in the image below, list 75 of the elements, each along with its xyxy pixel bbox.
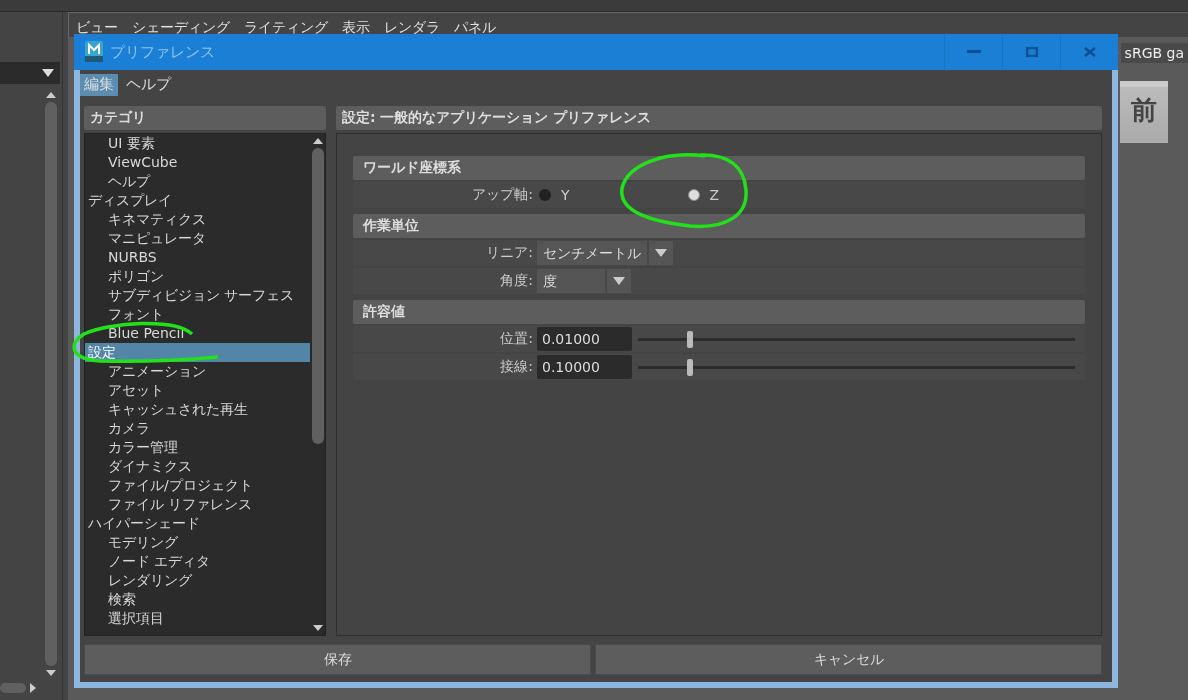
- panel-header: カテゴリ: [84, 106, 326, 130]
- panel-header: 設定: 一般的なアプリケーション プリファレンス: [336, 106, 1102, 130]
- category-item[interactable]: ファイル リファレンス: [85, 495, 310, 514]
- category-item[interactable]: UI 要素: [85, 134, 310, 153]
- dropdown-button[interactable]: [607, 269, 631, 293]
- category-item[interactable]: サブディビジョン サーフェス: [85, 286, 310, 305]
- category-item[interactable]: ハイパーシェード: [85, 514, 310, 533]
- field-label: リニア:: [485, 244, 533, 262]
- radio-label: Y: [561, 187, 570, 203]
- dropdown[interactable]: [0, 62, 60, 84]
- category-item[interactable]: ノード エディタ: [85, 552, 310, 571]
- scrollbar-thumb[interactable]: [0, 683, 26, 693]
- category-item[interactable]: Blue Pencil: [85, 324, 310, 343]
- field-label: 接線:: [499, 358, 533, 376]
- category-item[interactable]: ディスプレイ: [85, 191, 310, 210]
- scrollbar-thumb[interactable]: [45, 102, 57, 666]
- slider-thumb[interactable]: [687, 330, 694, 348]
- scroll-down-icon[interactable]: [46, 670, 56, 676]
- category-item[interactable]: キャッシュされた再生: [85, 400, 310, 419]
- minimize-icon: [966, 50, 981, 54]
- category-item[interactable]: 検索: [85, 590, 310, 609]
- field-label: 位置:: [499, 330, 533, 348]
- dialog-button[interactable]: 保存: [84, 644, 591, 675]
- scroll-right-icon[interactable]: [30, 683, 36, 693]
- category-item[interactable]: ダイナミクス: [85, 457, 310, 476]
- maximize-icon: [1025, 47, 1038, 57]
- view-cube[interactable]: 前: [1120, 81, 1168, 143]
- menu-item[interactable]: ヘルプ: [122, 74, 175, 96]
- scroll-down-icon[interactable]: [312, 625, 323, 631]
- menu-item[interactable]: シェーディング: [132, 19, 230, 37]
- category-item[interactable]: カラー管理: [85, 438, 310, 457]
- category-item[interactable]: レンダリング: [85, 571, 310, 590]
- radio-button[interactable]: [539, 189, 551, 201]
- section-header[interactable]: ワールド座標系: [353, 156, 1085, 180]
- scrollbar-thumb[interactable]: [311, 148, 324, 444]
- category-item[interactable]: アセット: [85, 381, 310, 400]
- category-item[interactable]: アニメーション: [85, 362, 310, 381]
- category-item[interactable]: ポリゴン: [85, 267, 310, 286]
- radio-button[interactable]: [687, 189, 700, 201]
- category-item[interactable]: NURBS: [85, 248, 310, 267]
- menu-item[interactable]: レンダラ: [384, 19, 440, 37]
- menu-item[interactable]: ライティング: [244, 19, 328, 37]
- dropdown-button[interactable]: [649, 241, 673, 265]
- scroll-up-icon[interactable]: [46, 92, 56, 98]
- menu-item[interactable]: ビュー: [76, 19, 118, 37]
- category-item[interactable]: マニピュレータ: [85, 229, 310, 248]
- category-item[interactable]: 選択項目: [85, 609, 310, 628]
- field-label: 角度:: [499, 272, 533, 290]
- category-item[interactable]: キネマティクス: [85, 210, 310, 229]
- category-item[interactable]: カメラ: [85, 419, 310, 438]
- category-item[interactable]: ViewCube: [85, 153, 310, 172]
- caret-icon: [655, 249, 667, 257]
- dropdown-field[interactable]: センチメートル: [537, 241, 647, 265]
- caret-icon: [42, 69, 54, 77]
- menu-item[interactable]: パネル: [454, 19, 496, 37]
- caret-icon: [613, 277, 625, 285]
- app-icon: [84, 41, 104, 63]
- section-header[interactable]: 作業単位: [353, 214, 1085, 238]
- slider-thumb[interactable]: [687, 358, 694, 376]
- category-item[interactable]: ファイル/プロジェクト: [85, 476, 310, 495]
- category-item[interactable]: モデリング: [85, 533, 310, 552]
- menu-item[interactable]: 表示: [342, 19, 370, 37]
- close-icon: [1083, 47, 1096, 57]
- color-space-field[interactable]: sRGB ga: [1120, 43, 1188, 63]
- dialog-button[interactable]: キャンセル: [595, 644, 1102, 675]
- category-item[interactable]: フォント: [85, 305, 310, 324]
- category-item[interactable]: ヘルプ: [85, 172, 310, 191]
- window-title: プリファレンス: [110, 42, 216, 62]
- number-field[interactable]: 0.10000: [537, 355, 632, 379]
- number-field[interactable]: 0.01000: [537, 327, 632, 351]
- radio-label: Z: [709, 187, 720, 203]
- scroll-up-icon[interactable]: [312, 138, 323, 144]
- field-label: アップ軸:: [471, 186, 533, 204]
- dropdown-field[interactable]: 度: [537, 269, 605, 293]
- section-header[interactable]: 許容値: [353, 300, 1085, 324]
